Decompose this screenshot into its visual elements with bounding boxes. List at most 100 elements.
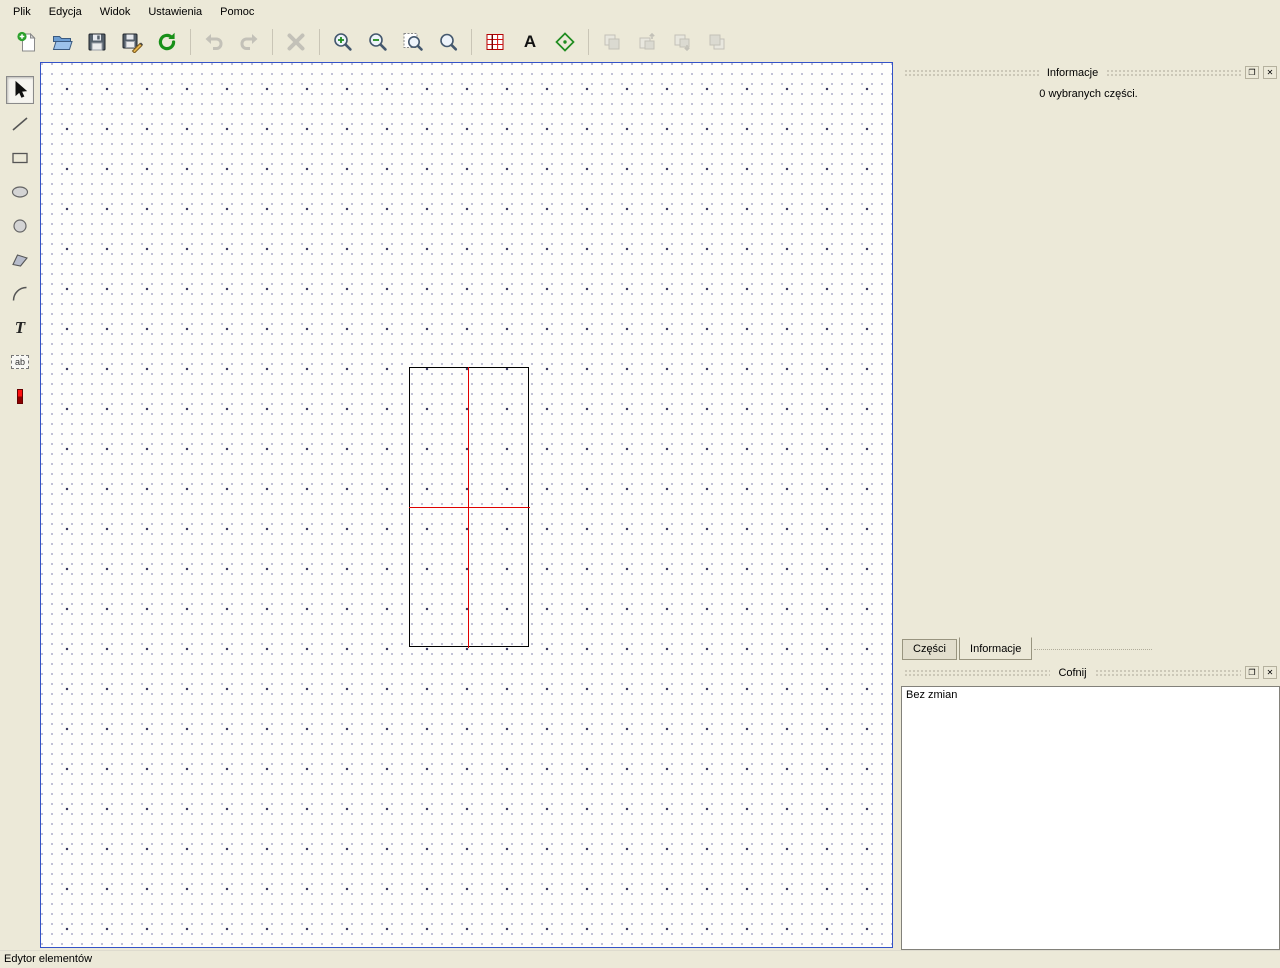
edit-size-button[interactable] [480, 27, 510, 57]
text-icon: T [15, 318, 25, 338]
toolbar-separator [272, 29, 273, 55]
tabbar-filler [1034, 639, 1152, 650]
textfield-icon: ab [11, 355, 29, 369]
menu-widok[interactable]: Widok [91, 2, 140, 22]
terminal-icon [17, 389, 23, 404]
lower-button[interactable] [667, 27, 697, 57]
line-icon [10, 114, 30, 134]
save-as-icon [121, 31, 143, 53]
save-button[interactable] [82, 27, 112, 57]
save-as-button[interactable] [117, 27, 147, 57]
app-window: Plik Edycja Widok Ustawienia Pomoc [0, 0, 1280, 968]
save-icon [86, 31, 108, 53]
raise-icon [636, 31, 658, 53]
reload-icon [156, 31, 178, 53]
rectangle-tool-button[interactable] [6, 144, 34, 172]
status-bar: Edytor elementów [0, 950, 1280, 968]
reload-button[interactable] [152, 27, 182, 57]
dock-tabbar: Części Informacje [902, 639, 1280, 660]
cofnij-dock-titlebar[interactable]: Cofnij ❐ ✕ [897, 664, 1280, 681]
dock-float-button[interactable]: ❐ [1245, 666, 1259, 679]
status-text: Edytor elementów [4, 953, 92, 965]
raise-button[interactable] [632, 27, 662, 57]
tool-palette: T ab [0, 60, 40, 950]
bring-front-icon [601, 31, 623, 53]
arc-icon [10, 284, 30, 304]
menu-plik[interactable]: Plik [4, 2, 40, 22]
bring-front-button[interactable] [597, 27, 627, 57]
cofnij-dock-title: Cofnij [1054, 667, 1090, 679]
open-button[interactable] [47, 27, 77, 57]
polygon-tool-button[interactable] [6, 246, 34, 274]
open-folder-icon [51, 31, 73, 53]
edit-names-button[interactable]: A [515, 27, 545, 57]
menu-pomoc[interactable]: Pomoc [211, 2, 263, 22]
dock-grip-texture [1095, 669, 1241, 676]
main-toolbar: A [0, 24, 1280, 60]
dock-grip-texture [904, 669, 1050, 676]
new-file-icon [16, 31, 38, 53]
drawing-canvas[interactable] [40, 62, 893, 948]
polygon-icon [10, 250, 30, 270]
line-tool-button[interactable] [6, 110, 34, 138]
delete-icon [285, 31, 307, 53]
dock-close-button[interactable]: ✕ [1263, 666, 1277, 679]
undo-history-list[interactable]: Bez zmian [901, 686, 1280, 950]
arc-tool-button[interactable] [6, 280, 34, 308]
tab-czesci[interactable]: Części [902, 639, 957, 660]
undo-history-item[interactable]: Bez zmian [904, 688, 1277, 702]
zoom-original-icon [437, 31, 459, 53]
zoom-original-button[interactable] [433, 27, 463, 57]
toolbar-separator [319, 29, 320, 55]
rectangle-icon [10, 148, 30, 168]
lower-icon [671, 31, 693, 53]
float-icon: ❐ [1248, 669, 1255, 677]
dock-close-button[interactable]: ✕ [1263, 66, 1277, 79]
undo-button[interactable] [199, 27, 229, 57]
edit-hotspot-button[interactable] [550, 27, 580, 57]
informacje-dock-titlebar[interactable]: Informacje ❐ ✕ [897, 64, 1280, 81]
select-tool-button[interactable] [6, 76, 34, 104]
zoom-fit-button[interactable] [398, 27, 428, 57]
toolbar-separator [471, 29, 472, 55]
close-icon: ✕ [1267, 669, 1274, 677]
textfield-tool-button[interactable]: ab [6, 348, 34, 376]
informacje-dock: Informacje ❐ ✕ 0 wybranych części. Częśc… [897, 60, 1280, 660]
dock-grip-texture [904, 69, 1039, 76]
circle-tool-button[interactable] [6, 212, 34, 240]
redo-button[interactable] [234, 27, 264, 57]
close-icon: ✕ [1267, 69, 1274, 77]
toolbar-separator [190, 29, 191, 55]
undo-icon [203, 31, 225, 53]
terminal-tool-button[interactable] [6, 382, 34, 410]
zoom-in-button[interactable] [328, 27, 358, 57]
dock-area: Informacje ❐ ✕ 0 wybranych części. Częśc… [897, 60, 1280, 950]
zoom-fit-icon [402, 31, 424, 53]
selection-info-text: 0 wybranych części. [897, 81, 1280, 100]
letter-a-icon: A [524, 32, 536, 52]
size-grid-icon [484, 31, 506, 53]
new-element-button[interactable] [12, 27, 42, 57]
informacje-dock-title: Informacje [1043, 67, 1102, 79]
send-back-icon [706, 31, 728, 53]
dock-float-button[interactable]: ❐ [1245, 66, 1259, 79]
menu-ustawienia[interactable]: Ustawienia [139, 2, 211, 22]
send-back-button[interactable] [702, 27, 732, 57]
toolbar-separator [588, 29, 589, 55]
tab-informacje[interactable]: Informacje [959, 637, 1032, 660]
dock-grip-texture [1106, 69, 1241, 76]
cofnij-dock: Cofnij ❐ ✕ Bez zmian [897, 660, 1280, 950]
circle-icon [10, 216, 30, 236]
zoom-out-button[interactable] [363, 27, 393, 57]
redo-icon [238, 31, 260, 53]
cursor-arrow-icon [10, 80, 30, 100]
zoom-out-icon [367, 31, 389, 53]
hotspot-diamond-icon [554, 31, 576, 53]
delete-button[interactable] [281, 27, 311, 57]
zoom-in-icon [332, 31, 354, 53]
ellipse-icon [10, 182, 30, 202]
ellipse-tool-button[interactable] [6, 178, 34, 206]
element-horizontal-axis[interactable] [409, 507, 530, 508]
menu-edycja[interactable]: Edycja [40, 2, 91, 22]
text-tool-button[interactable]: T [6, 314, 34, 342]
